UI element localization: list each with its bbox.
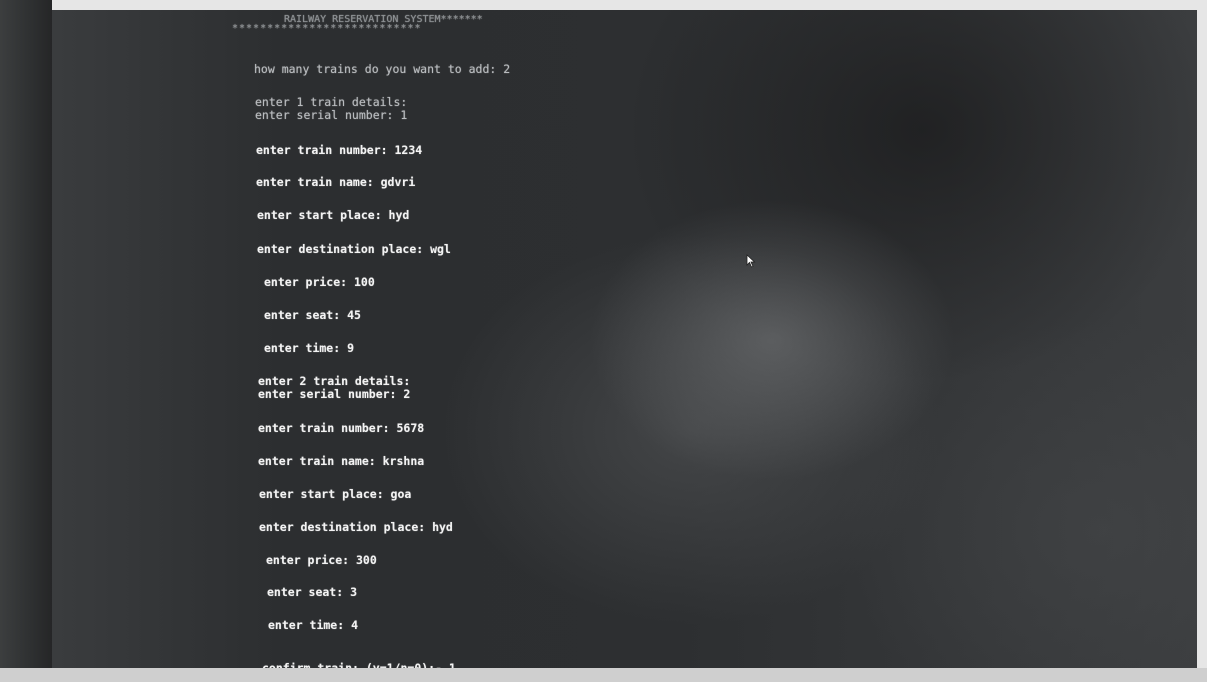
mouse-pointer-icon — [746, 254, 756, 268]
console-line: enter seat: 3 — [267, 585, 358, 599]
console-line: enter train name: gdvri — [256, 175, 416, 189]
console-line: enter price: 300 — [266, 553, 377, 567]
console-line: enter price: 100 — [264, 275, 375, 289]
console-line: enter seat: 45 — [264, 308, 361, 322]
monitor-bezel-bottom — [0, 668, 1207, 682]
console-line: enter destination place: hyd — [259, 520, 453, 534]
console-window[interactable]: RAILWAY RESERVATION SYSTEM******* ******… — [52, 10, 1197, 670]
console-line: enter train number: 1234 — [256, 143, 423, 157]
photo-frame: RAILWAY RESERVATION SYSTEM******* ******… — [0, 0, 1207, 682]
console-output: RAILWAY RESERVATION SYSTEM******* ******… — [52, 10, 1197, 670]
console-header-rule: *************************** — [232, 23, 422, 34]
console-line: enter time: 9 — [264, 341, 355, 355]
console-line: enter destination place: wgl — [257, 242, 451, 256]
console-line: enter serial number: 1 — [255, 108, 408, 122]
console-line: enter start place: goa — [259, 487, 412, 501]
console-line: enter 2 train details: — [258, 374, 411, 388]
monitor-bezel-left — [0, 0, 52, 682]
console-line: enter start place: hyd — [257, 208, 410, 222]
console-line: enter time: 4 — [268, 618, 359, 632]
console-line: enter serial number: 2 — [258, 387, 411, 401]
console-line: enter train number: 5678 — [258, 421, 425, 435]
console-line: enter train name: krshna — [258, 454, 425, 468]
console-line: enter 1 train details: — [255, 95, 408, 109]
console-line: how many trains do you want to add: 2 — [254, 62, 511, 76]
